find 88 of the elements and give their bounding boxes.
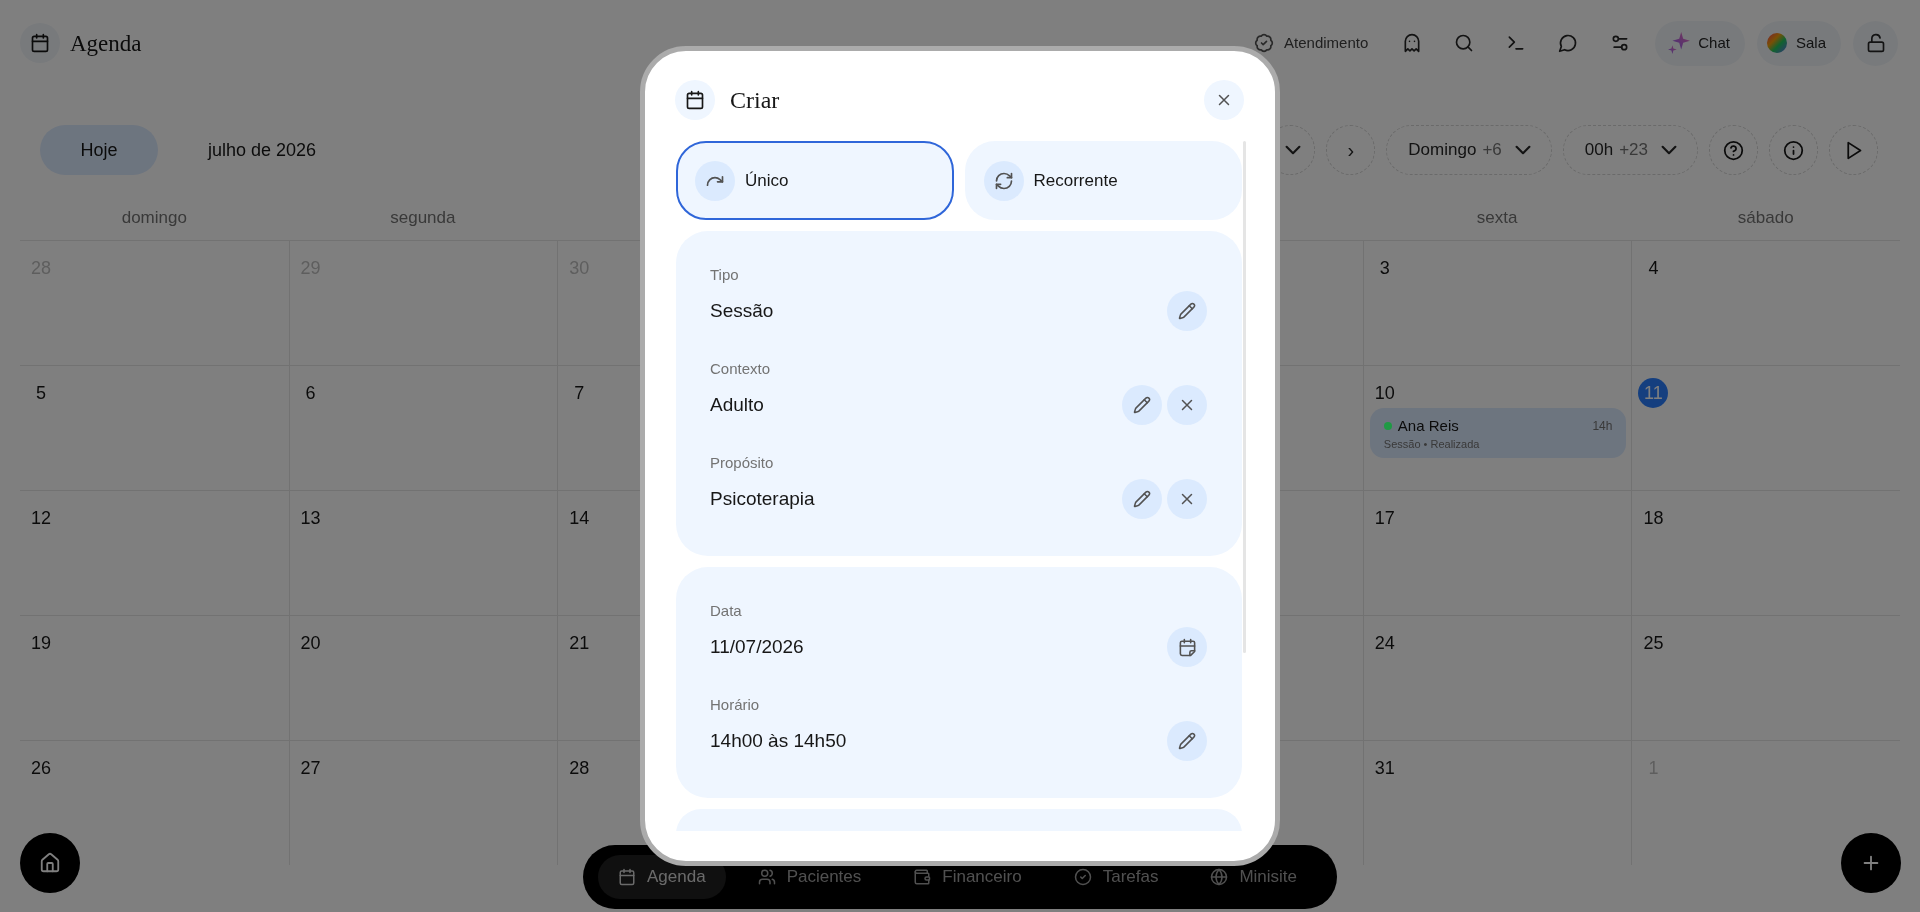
gradient-orb-icon bbox=[1766, 33, 1787, 53]
mode-option[interactable]: Único bbox=[676, 141, 954, 220]
search-icon bbox=[1454, 33, 1475, 53]
nav-item[interactable]: Financeiro bbox=[893, 855, 1042, 899]
field-label: Propósito bbox=[710, 453, 775, 473]
day-number[interactable]: 11 bbox=[1638, 378, 1669, 408]
month-label: julho de 2026 bbox=[208, 138, 317, 162]
calendar-icon bbox=[675, 80, 715, 120]
day-number[interactable]: 5 bbox=[26, 378, 56, 408]
field-value: Adulto bbox=[710, 392, 764, 417]
day-number[interactable]: 7 bbox=[564, 378, 595, 408]
day-number[interactable]: 6 bbox=[295, 378, 326, 408]
day-number[interactable]: 21 bbox=[564, 628, 595, 658]
home-icon bbox=[39, 852, 61, 874]
weekday-label: domingo bbox=[121, 207, 187, 229]
field-value: Psicoterapia bbox=[710, 486, 815, 511]
field-label: Contexto bbox=[710, 359, 772, 379]
event-detail: Sessão • Realizada bbox=[1383, 437, 1481, 451]
nav-item[interactable]: Pacientes bbox=[737, 855, 882, 899]
day-number[interactable]: 27 bbox=[295, 753, 326, 783]
pencil-icon bbox=[1178, 732, 1196, 750]
mode-option[interactable]: Recorrente bbox=[964, 141, 1242, 220]
day-number[interactable]: 24 bbox=[1369, 628, 1400, 658]
unlocked-lock-icon bbox=[1865, 33, 1886, 53]
day-number[interactable]: 26 bbox=[26, 753, 56, 783]
clear-button[interactable] bbox=[1167, 385, 1207, 425]
day-number[interactable]: 18 bbox=[1638, 503, 1669, 533]
info-icon bbox=[1783, 139, 1804, 161]
ghost-icon bbox=[1402, 33, 1423, 53]
day-number[interactable]: 20 bbox=[295, 628, 326, 658]
field-value: 14h00 às 14h50 bbox=[710, 728, 847, 753]
event-title: Ana Reis bbox=[1397, 416, 1459, 435]
day-number[interactable]: 17 bbox=[1369, 503, 1400, 533]
edit-button[interactable] bbox=[1167, 291, 1207, 331]
chevron-down-icon bbox=[1661, 145, 1677, 155]
status-button[interactable]: Atendimento bbox=[1254, 31, 1369, 55]
pencil-icon bbox=[1133, 396, 1151, 414]
nav-item[interactable]: Minisite bbox=[1190, 855, 1318, 899]
day-number[interactable]: 25 bbox=[1638, 628, 1669, 658]
event-card[interactable]: Ana Reis 14h Sessão • Realizada bbox=[1369, 408, 1627, 458]
pencil-icon bbox=[1133, 490, 1151, 508]
day-number[interactable]: 13 bbox=[295, 503, 326, 533]
chevron-down-icon bbox=[1284, 145, 1301, 155]
field-value: Sessão bbox=[710, 298, 774, 323]
clear-button[interactable] bbox=[1167, 479, 1207, 519]
day-number[interactable]: 19 bbox=[26, 628, 56, 658]
field-label: Tipo bbox=[710, 265, 740, 285]
lock-button[interactable] bbox=[1853, 20, 1898, 66]
nav-item[interactable]: Tarefas bbox=[1053, 855, 1179, 899]
day-number[interactable]: 4 bbox=[1638, 253, 1669, 283]
wallet-icon bbox=[913, 868, 932, 886]
calendar-icon bbox=[1177, 637, 1197, 657]
calendar-icon bbox=[20, 23, 60, 63]
badge-check-icon bbox=[1254, 33, 1275, 53]
chevron-down-icon bbox=[1514, 145, 1531, 155]
day-number[interactable]: 14 bbox=[564, 503, 595, 533]
add-button[interactable] bbox=[1841, 833, 1901, 893]
close-button[interactable] bbox=[1204, 80, 1244, 120]
date-picker-button[interactable] bbox=[1167, 627, 1207, 667]
weekday-label: sexta bbox=[1476, 207, 1518, 229]
sparkles-icon bbox=[1668, 32, 1691, 54]
globe-icon bbox=[1210, 868, 1229, 886]
edit-button[interactable] bbox=[1122, 479, 1162, 519]
page-title: Agenda bbox=[70, 31, 142, 55]
day-number[interactable]: 31 bbox=[1369, 753, 1400, 783]
day-number[interactable]: 3 bbox=[1369, 253, 1400, 283]
check-circle-icon bbox=[1073, 868, 1092, 886]
chat-bubble-icon bbox=[1558, 33, 1579, 53]
dialog-title: Criar bbox=[730, 88, 780, 112]
calendar-icon bbox=[618, 868, 636, 886]
chat-button[interactable]: Chat bbox=[1655, 20, 1745, 66]
day-number[interactable]: 28 bbox=[564, 753, 595, 783]
home-button[interactable] bbox=[20, 833, 80, 893]
event-time: 14h bbox=[1592, 417, 1613, 435]
pencil-icon bbox=[1178, 302, 1196, 320]
edit-button[interactable] bbox=[1167, 721, 1207, 761]
today-button[interactable]: Hoje bbox=[40, 125, 158, 175]
field-value: 11/07/2026 bbox=[710, 634, 804, 659]
people-icon bbox=[757, 868, 776, 886]
weekday-label: sábado bbox=[1737, 207, 1794, 229]
help-icon bbox=[1723, 139, 1744, 161]
edit-button[interactable] bbox=[1122, 385, 1162, 425]
room-button[interactable]: Sala bbox=[1756, 20, 1841, 66]
field-label: Horário bbox=[710, 695, 761, 715]
field-label: Data bbox=[710, 601, 743, 621]
day-number[interactable]: 10 bbox=[1369, 378, 1400, 408]
day-number[interactable]: 12 bbox=[26, 503, 56, 533]
weekday-label: segunda bbox=[390, 207, 456, 229]
